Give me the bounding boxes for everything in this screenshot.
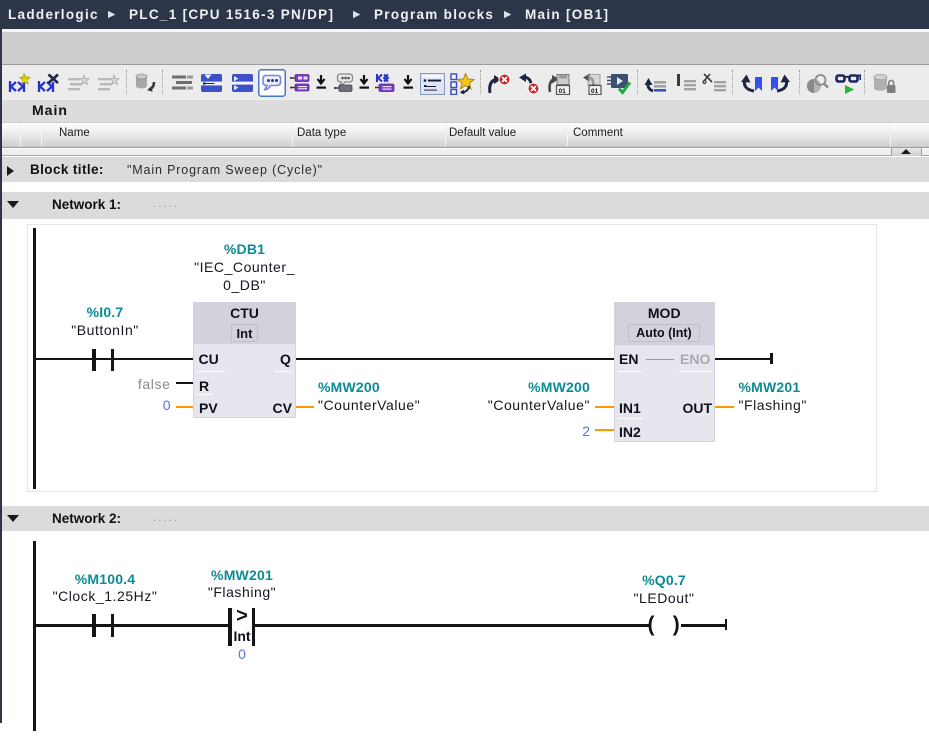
svg-text:01: 01 — [591, 88, 599, 95]
svg-text:01: 01 — [559, 88, 567, 95]
